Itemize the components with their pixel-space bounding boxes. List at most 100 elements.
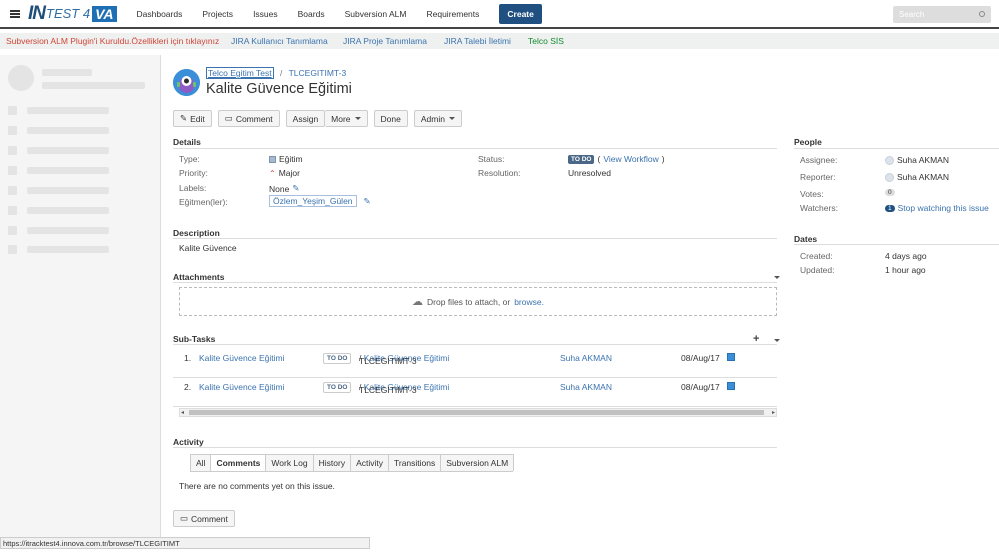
nav-projects[interactable]: Projects [192,9,243,19]
sidebar-avatar-placeholder [8,65,34,91]
comment-button-label: Comment [235,113,273,124]
banner-link-telco-sis[interactable]: Telco SİS [528,36,564,46]
divider [173,447,777,448]
votes-badge[interactable]: 0 [885,189,895,196]
browser-status-url: https://itracktest4.innova.com.tr/browse… [0,537,370,549]
assign-button[interactable]: Assign [285,110,326,127]
subtask-assignee-link[interactable]: Suha AKMAN [560,382,612,392]
tab-history[interactable]: History [312,454,352,471]
tab-transitions[interactable]: Transitions [388,454,442,471]
issue-title[interactable]: Kalite Güvence Eğitimi [206,81,352,97]
breadcrumb-issue-key-link[interactable]: TLCEGITIMT-3 [289,68,347,78]
scroll-right-icon[interactable]: ▸ [772,409,775,416]
tab-activity[interactable]: Activity [350,454,389,471]
add-subtask-plus-icon[interactable]: + [753,333,759,345]
divider [173,344,777,345]
details-heading[interactable]: Details [173,137,201,147]
tab-all[interactable]: All [190,454,212,471]
votes-value[interactable]: 0 [885,189,895,196]
done-button[interactable]: Done [373,110,408,127]
sidebar-icon-placeholder [8,206,17,215]
subtask-number: 2. [184,382,192,392]
nav-dashboards[interactable]: Dashboards [127,9,193,19]
banner-link-project-definition[interactable]: JIRA Proje Tanımlama [343,36,427,46]
nav-requirements[interactable]: Requirements [416,9,489,19]
tab-subversion-alm[interactable]: Subversion ALM [440,454,515,471]
chevron-down-icon [448,117,455,120]
scrollbar-thumb[interactable] [189,410,764,415]
pencil-icon[interactable]: ✎ [292,183,299,194]
activity-tabs: All Comments Work Log History Activity T… [190,454,515,472]
pencil-icon: ✎ [180,113,188,123]
app-logo[interactable]: IN TEST 4 VA [28,3,117,25]
edit-button[interactable]: ✎ Edit [173,110,212,127]
menu-icon[interactable] [10,9,20,18]
subtasks-horizontal-scrollbar[interactable]: ◂ ▸ [179,408,777,417]
external-link-icon[interactable] [727,353,735,361]
subtask-summary-link[interactable]: Kalite Güvence Eğitimi [199,382,285,392]
breadcrumb-separator: / [280,68,283,78]
scroll-left-icon[interactable]: ◂ [181,409,184,416]
sidebar-subtitle-placeholder [42,82,145,89]
add-comment-button[interactable]: ▭ Comment [173,510,235,527]
table-row[interactable]: 1. Kalite Güvence Eğitimi TO DO TLCEGITI… [173,350,777,378]
assignee-value[interactable]: Suha AKMAN [885,155,949,165]
created-label: Created: [800,251,833,261]
watchers-badge[interactable]: 1 [885,204,895,212]
edit-button-label: Edit [190,113,205,124]
banner-link-request[interactable]: JIRA Talebi İletimi [444,36,511,46]
issue-toolbar: ✎ Edit ▭ Comment Assign More Done Admin [173,110,462,127]
comment-button[interactable]: ▭ Comment [217,110,280,127]
view-workflow-link[interactable]: View Workflow [603,154,658,164]
people-heading[interactable]: People [794,137,822,147]
subtasks-options-icon[interactable] [774,339,780,342]
subtask-number: 1. [184,353,192,363]
speech-bubble-icon: ▭ [180,513,189,523]
admin-dropdown[interactable]: Admin [413,110,462,127]
browse-link[interactable]: browse. [514,297,544,307]
tab-comments[interactable]: Comments [210,454,267,471]
tab-work-log[interactable]: Work Log [265,454,314,471]
sidebar-item-placeholder [27,127,109,134]
attachments-heading[interactable]: Attachments [173,272,224,282]
sidebar-item-placeholder [27,107,109,114]
description-heading[interactable]: Description [173,228,220,238]
dates-heading[interactable]: Dates [794,234,817,244]
subtask-summary-link[interactable]: Kalite Güvence Eğitimi [199,353,285,363]
subtask-parent: TLCEGITIMT-3 / Kalite Güvence Eğitimi [359,382,450,395]
breadcrumb-project-link[interactable]: Telco Egitim Test [206,67,274,79]
pencil-icon[interactable]: ✎ [364,196,371,207]
project-sidebar [0,55,161,545]
dropzone-text: Drop files to attach, or [427,296,511,307]
plugin-alert-link[interactable]: Subversion ALM Plugin'i Kuruldu.Özellikl… [6,36,219,46]
trainer-tag[interactable]: Özlem_Yeşim_Gülen [269,195,357,207]
nav-issues[interactable]: Issues [243,9,288,19]
search-input[interactable]: Search [893,6,991,23]
attachments-options-icon[interactable] [774,276,780,279]
reporter-label: Reporter: [800,172,836,182]
nav-boards[interactable]: Boards [288,9,335,19]
attachment-dropzone[interactable]: ☁ Drop files to attach, or browse. [179,287,777,316]
subtask-assignee-link[interactable]: Suha AKMAN [560,353,612,363]
nav-subversion-alm[interactable]: Subversion ALM [335,9,417,19]
priority-value: ⌃ Major [269,168,300,178]
table-row[interactable]: 2. Kalite Güvence Eğitimi TO DO TLCEGITI… [173,379,777,407]
description-text[interactable]: Kalite Güvence [179,243,237,253]
divider [173,148,777,149]
updated-label: Updated: [800,265,835,275]
stop-watching-link[interactable]: Stop watching this issue [898,203,989,213]
labels-value[interactable]: None ✎ [269,183,299,194]
subtasks-heading[interactable]: Sub-Tasks [173,334,215,344]
sidebar-item-placeholder [27,227,109,234]
more-dropdown[interactable]: More [325,110,368,127]
external-link-icon[interactable] [727,382,735,390]
type-value: Eğitim [269,154,303,164]
banner-link-user-definition[interactable]: JIRA Kullanıcı Tanımlama [231,36,328,46]
create-button[interactable]: Create [499,3,542,24]
sidebar-title-placeholder [42,69,92,76]
top-navigation-bar: IN TEST 4 VA Dashboards Projects Issues … [0,0,999,29]
reporter-value[interactable]: Suha AKMAN [885,172,949,182]
created-value: 4 days ago [885,251,927,261]
activity-heading[interactable]: Activity [173,437,204,447]
project-avatar-icon[interactable] [173,69,200,96]
